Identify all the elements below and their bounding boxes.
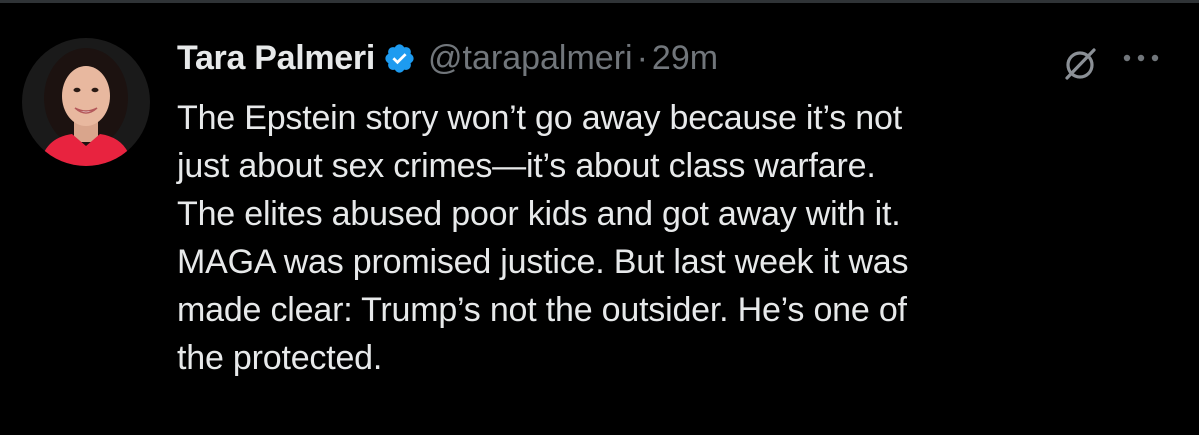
tweet-card[interactable]: Tara Palmeri @tarapalmeri · 29m The Epst… — [0, 0, 1199, 435]
divider — [0, 0, 1199, 3]
author-handle[interactable]: @tarapalmeri — [428, 39, 633, 78]
separator-dot: · — [636, 38, 648, 77]
profile-photo-icon — [22, 38, 150, 166]
verified-badge-icon — [383, 42, 416, 75]
more-options-icon[interactable] — [1117, 46, 1167, 70]
timestamp[interactable]: 29m — [652, 39, 718, 78]
tweet-header: Tara Palmeri @tarapalmeri · 29m — [177, 36, 718, 80]
grok-icon[interactable] — [1058, 42, 1102, 86]
tweet-text: The Epstein story won’t go away because … — [177, 99, 909, 377]
avatar[interactable] — [22, 38, 150, 166]
author-name[interactable]: Tara Palmeri — [177, 39, 375, 78]
